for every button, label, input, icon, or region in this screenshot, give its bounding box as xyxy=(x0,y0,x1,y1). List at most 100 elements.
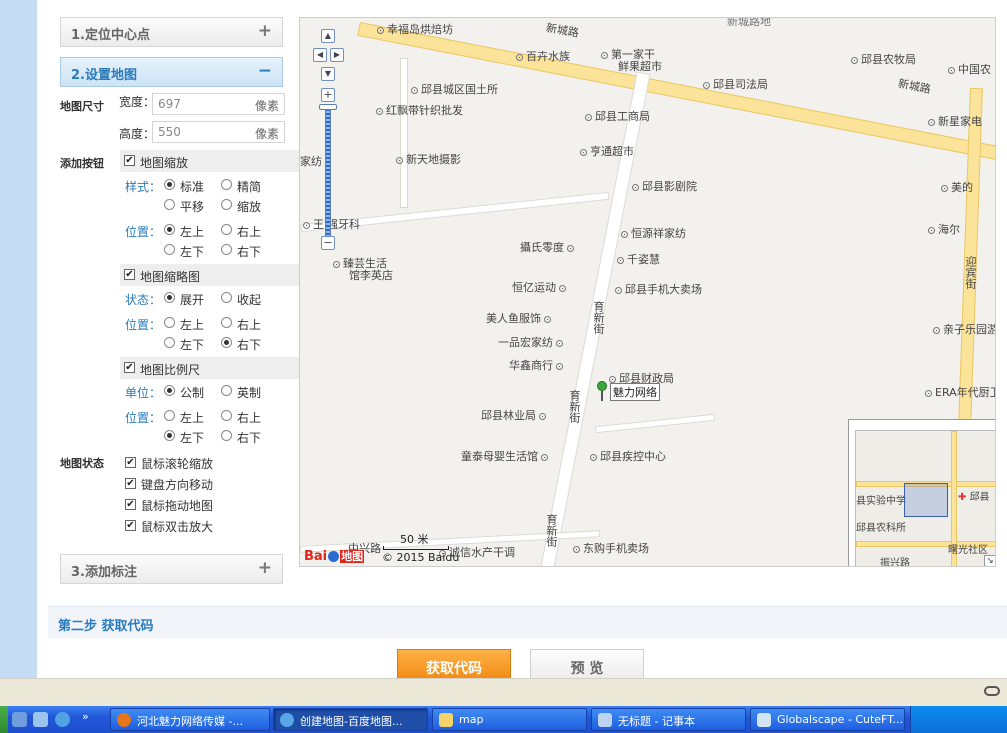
task-folder[interactable]: map xyxy=(432,708,587,731)
poi[interactable]: 百卉水族 xyxy=(513,48,570,64)
zoom-out-icon[interactable]: − xyxy=(321,236,335,250)
poi[interactable]: 邱县疾控中心 xyxy=(587,448,666,464)
poi[interactable]: 新天地摄影 xyxy=(393,151,461,167)
expand-icon[interactable]: + xyxy=(258,558,272,578)
zoom-style-pan-radio[interactable] xyxy=(164,199,175,210)
overview-position-label: 位置： xyxy=(125,318,162,332)
quicklaunch-desktop-icon[interactable] xyxy=(12,712,27,727)
marker-pin-icon[interactable] xyxy=(597,381,607,391)
poi[interactable]: 邱县司法局 xyxy=(700,76,768,92)
zoom-checkbox[interactable]: ✔ xyxy=(124,155,135,166)
zoom-style-zoom-radio[interactable] xyxy=(221,199,232,210)
quicklaunch-more-icon[interactable]: » xyxy=(82,710,89,723)
poi[interactable]: 中国农 xyxy=(945,61,991,77)
drag-map-checkbox[interactable]: ✔ xyxy=(125,499,136,510)
poi[interactable]: 东购手机卖场 xyxy=(570,540,649,556)
zoom-pos-bottom-left-radio[interactable] xyxy=(164,244,175,255)
poi[interactable]: ERA年代厨卫 xyxy=(922,384,995,400)
zoom-slider-track[interactable] xyxy=(325,104,331,238)
section-label: 1.定位中心点 xyxy=(71,28,150,43)
get-code-button[interactable]: 获取代码 xyxy=(397,649,511,678)
scale-bar xyxy=(383,546,449,550)
task-cuteftp[interactable]: Globalscape - CuteFT... xyxy=(750,708,905,731)
zoom-pos-bottom-right-radio[interactable] xyxy=(221,244,232,255)
zoom-pos-top-right-radio[interactable] xyxy=(221,224,232,235)
task-ie[interactable]: 创建地图-百度地图... xyxy=(273,708,428,731)
start-button[interactable] xyxy=(0,706,8,733)
section-add-marker[interactable]: 3.添加标注 + xyxy=(60,554,283,584)
map-canvas[interactable]: 新城路地 新城路 新城路 育新街 育新街 育新街 迎宾街 幸福岛烘焙坊 百卉水族… xyxy=(299,17,996,567)
poi[interactable]: 亨通超市 xyxy=(577,143,634,159)
scale-pos-top-left-radio[interactable] xyxy=(164,410,175,421)
overview-map-inner[interactable]: 县实验中学 ✚ 邱县 邱县农科所 曙光社区 振兴路 xyxy=(855,430,995,566)
scale-pos-bottom-right-radio[interactable] xyxy=(221,430,232,441)
overview-pos-bottom-left-radio[interactable] xyxy=(164,337,175,348)
poi[interactable]: 红飘带针织批发 xyxy=(373,102,463,118)
quicklaunch-settings-icon[interactable] xyxy=(33,712,48,727)
poi[interactable]: 邱县手机大卖场 xyxy=(612,281,702,297)
system-tray xyxy=(910,706,1007,733)
preview-button[interactable]: 预 览 xyxy=(530,649,644,678)
overview-toggle-icon[interactable]: ↘ xyxy=(984,555,995,566)
poi[interactable]: 恒源祥家纺 xyxy=(618,225,686,241)
scale-pos-top-right-radio[interactable] xyxy=(221,410,232,421)
section-set-map[interactable]: 2.设置地图 − xyxy=(60,57,283,87)
marker-pin-stem xyxy=(601,391,603,401)
poi[interactable]: 美的 xyxy=(938,179,973,195)
overview-checkbox[interactable]: ✔ xyxy=(124,269,135,280)
scale-unit-imperial-radio[interactable] xyxy=(221,385,232,396)
dblclick-zoom-checkbox[interactable]: ✔ xyxy=(125,520,136,531)
pan-down-icon[interactable]: ▼ xyxy=(321,67,335,81)
section-locate-center[interactable]: 1.定位中心点 + xyxy=(60,17,283,47)
marker-label[interactable]: 魅力网络 xyxy=(610,383,660,401)
poi[interactable]: 邱县影剧院 xyxy=(629,178,697,194)
wheel-zoom-checkbox[interactable]: ✔ xyxy=(125,457,136,468)
overview-viewport[interactable] xyxy=(904,483,948,517)
overview-map[interactable]: 县实验中学 ✚ 邱县 邱县农科所 曙光社区 振兴路 ↘ xyxy=(848,419,995,566)
poi[interactable]: 童泰母婴生活馆 xyxy=(461,448,551,464)
poi[interactable]: 亲子乐园游 xyxy=(930,321,995,337)
overview-state-collapse-radio[interactable] xyxy=(221,292,232,303)
pan-up-icon[interactable]: ▲ xyxy=(321,29,335,43)
poi[interactable]: 新星家电 xyxy=(925,113,982,129)
zoom-style-standard-radio[interactable] xyxy=(164,179,175,190)
pan-right-icon[interactable]: ▶ xyxy=(330,48,344,62)
scale-checkbox[interactable]: ✔ xyxy=(124,362,135,373)
overview-pos-top-left-radio[interactable] xyxy=(164,317,175,328)
poi[interactable]: 一品宏家纺 xyxy=(498,334,566,350)
keyboard-move-checkbox[interactable]: ✔ xyxy=(125,478,136,489)
quicklaunch-ie-icon[interactable] xyxy=(55,712,70,727)
overview-pos-top-right-radio[interactable] xyxy=(221,317,232,328)
poi: 馆李英店 xyxy=(349,269,393,282)
poi[interactable]: 恒亿运动 xyxy=(512,279,569,295)
scale-unit-metric-radio[interactable] xyxy=(164,385,175,396)
task-firefox[interactable]: 河北魅力网络传媒 -... xyxy=(110,708,270,731)
poi[interactable]: 海尔 xyxy=(925,221,960,237)
poi[interactable]: 邱县农牧局 xyxy=(848,51,916,67)
poi[interactable]: 美人鱼服饰 xyxy=(486,310,554,326)
poi[interactable]: 邱县城区国土所 xyxy=(408,81,498,97)
zoom-slider-handle[interactable] xyxy=(319,104,337,110)
poi-icon xyxy=(928,118,935,126)
overview-pos-bottom-right-radio[interactable] xyxy=(221,337,232,348)
wheel-zoom-label: 鼠标滚轮缩放 xyxy=(141,457,214,471)
road-name-yingbin: 迎宾街 xyxy=(964,256,977,289)
zoom-label: 地图缩放 xyxy=(140,156,189,170)
scale-pos-bottom-left-radio[interactable] xyxy=(164,430,175,441)
zoom-pos-top-left-radio[interactable] xyxy=(164,224,175,235)
overview-state-expand-radio[interactable] xyxy=(164,292,175,303)
pan-left-icon[interactable]: ◀ xyxy=(313,48,327,62)
poi[interactable]: 邱县工商局 xyxy=(582,108,650,124)
zoom-style-compact-radio[interactable] xyxy=(221,179,232,190)
poi[interactable]: 邱县林业局 xyxy=(481,407,549,423)
expand-icon[interactable]: + xyxy=(258,21,272,41)
poi[interactable]: 千姿慧 xyxy=(614,251,660,267)
task-notepad[interactable]: 无标题 - 记事本 xyxy=(591,708,746,731)
status-glasses-icon[interactable] xyxy=(984,686,1000,696)
poi-icon xyxy=(925,389,932,397)
zoom-in-icon[interactable]: + xyxy=(321,88,335,102)
collapse-icon[interactable]: − xyxy=(258,61,272,81)
poi[interactable]: 幸福岛烘焙坊 xyxy=(374,21,453,37)
poi[interactable]: 华鑫商行 xyxy=(509,357,566,373)
poi[interactable]: 攝氏零度 xyxy=(520,239,577,255)
